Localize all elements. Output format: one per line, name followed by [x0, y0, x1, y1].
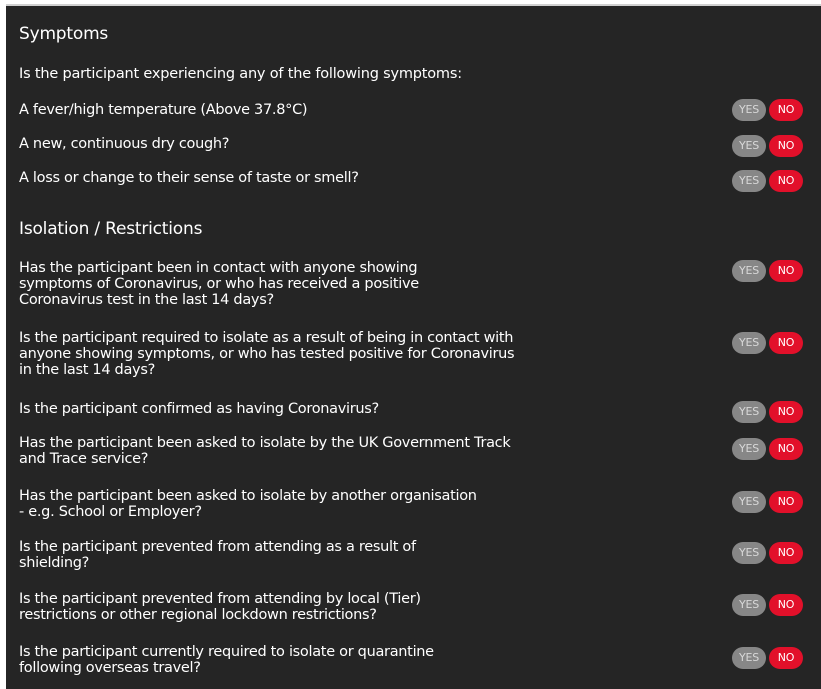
no-button[interactable]: NO [769, 401, 803, 423]
question-text: Has the participant been in contact with… [19, 260, 419, 308]
question-text: A new, continuous dry cough? [19, 136, 230, 152]
yes-no-toggle: YES NO [732, 491, 803, 513]
question-text: Is the participant required to isolate a… [19, 330, 515, 378]
question-row: Has the participant been asked to isolat… [19, 488, 803, 520]
yes-no-toggle: YES NO [732, 401, 803, 423]
yes-no-toggle: YES NO [732, 170, 803, 192]
no-button[interactable]: NO [769, 260, 803, 282]
question-row: Has the participant been asked to isolat… [19, 435, 803, 467]
yes-no-toggle: YES NO [732, 260, 803, 282]
no-button[interactable]: NO [769, 170, 803, 192]
question-row: Has the participant been in contact with… [19, 260, 803, 308]
no-button[interactable]: NO [769, 99, 803, 121]
yes-button[interactable]: YES [732, 170, 766, 192]
isolation-section-title: Isolation / Restrictions [19, 219, 203, 239]
question-text: Has the participant been asked to isolat… [19, 488, 477, 520]
no-button[interactable]: NO [769, 332, 803, 354]
question-text: Is the participant confirmed as having C… [19, 401, 379, 417]
yes-no-toggle: YES NO [732, 438, 803, 460]
question-row: A fever/high temperature (Above 37.8°C) … [19, 99, 803, 121]
question-text: A fever/high temperature (Above 37.8°C) [19, 102, 308, 118]
yes-button[interactable]: YES [732, 542, 766, 564]
yes-button[interactable]: YES [732, 594, 766, 616]
yes-button[interactable]: YES [732, 491, 766, 513]
yes-no-toggle: YES NO [732, 99, 803, 121]
covid-screening-panel: Symptoms Is the participant experiencing… [6, 4, 821, 689]
question-text: Is the participant prevented from attend… [19, 539, 416, 571]
no-button[interactable]: NO [769, 438, 803, 460]
yes-no-toggle: YES NO [732, 542, 803, 564]
yes-button[interactable]: YES [732, 99, 766, 121]
yes-button[interactable]: YES [732, 401, 766, 423]
no-button[interactable]: NO [769, 491, 803, 513]
no-button[interactable]: NO [769, 542, 803, 564]
yes-button[interactable]: YES [732, 135, 766, 157]
question-text: Is the participant prevented from attend… [19, 591, 421, 623]
no-button[interactable]: NO [769, 647, 803, 669]
yes-button[interactable]: YES [732, 438, 766, 460]
question-row: Is the participant prevented from attend… [19, 591, 803, 623]
yes-no-toggle: YES NO [732, 594, 803, 616]
no-button[interactable]: NO [769, 135, 803, 157]
yes-button[interactable]: YES [732, 332, 766, 354]
no-button[interactable]: NO [769, 594, 803, 616]
question-row: A new, continuous dry cough? YES NO [19, 135, 803, 157]
yes-button[interactable]: YES [732, 647, 766, 669]
question-text: Has the participant been asked to isolat… [19, 435, 511, 467]
yes-button[interactable]: YES [732, 260, 766, 282]
question-text: Is the participant currently required to… [19, 644, 434, 676]
symptoms-section-title: Symptoms [19, 24, 109, 44]
question-row: Is the participant confirmed as having C… [19, 401, 803, 423]
question-row: Is the participant currently required to… [19, 644, 803, 676]
question-text: A loss or change to their sense of taste… [19, 170, 359, 186]
symptoms-intro-text: Is the participant experiencing any of t… [19, 66, 462, 82]
question-row: A loss or change to their sense of taste… [19, 170, 803, 192]
yes-no-toggle: YES NO [732, 135, 803, 157]
yes-no-toggle: YES NO [732, 332, 803, 354]
yes-no-toggle: YES NO [732, 647, 803, 669]
question-row: Is the participant prevented from attend… [19, 539, 803, 571]
question-row: Is the participant required to isolate a… [19, 330, 803, 378]
